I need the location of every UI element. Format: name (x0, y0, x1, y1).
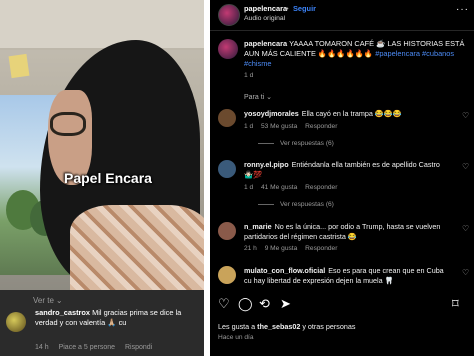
avatar[interactable] (218, 4, 240, 26)
comment-time: 1 d (244, 123, 254, 130)
avatar[interactable] (218, 39, 238, 59)
audio-link[interactable]: Audio original (244, 15, 285, 22)
comment-meta: 1 d 41 Me gusta Responder (244, 184, 343, 191)
avatar[interactable] (218, 160, 236, 178)
comment-likes[interactable]: Piace a 5 persone (59, 344, 115, 351)
comment-time: 21 h (244, 245, 257, 252)
avatar[interactable] (218, 222, 236, 240)
avatar[interactable] (218, 109, 236, 127)
avatar[interactable] (6, 312, 26, 332)
reel-video[interactable]: Papel Encara (0, 0, 204, 290)
view-replies-label: Ver respuestas (6) (280, 201, 334, 208)
heart-icon[interactable]: ♡ (462, 111, 469, 120)
heart-icon[interactable]: ♡ (218, 296, 230, 312)
comment-likes[interactable]: 9 Me gusta (265, 245, 298, 252)
likes-user[interactable]: the_sebas02 (257, 322, 300, 331)
comment-time: 14 h (35, 344, 49, 351)
replies-line (258, 203, 274, 205)
comment-time: 1 d (244, 184, 254, 191)
comment-icon[interactable]: ◯ (238, 296, 253, 312)
reply-link[interactable]: Responder (305, 184, 337, 191)
comment-text: n_marie No es la única... por odio a Trum… (244, 222, 452, 241)
see-translation-label: Ver te (33, 296, 54, 305)
caption-time: 1 d (244, 72, 254, 79)
avatar[interactable] (218, 266, 236, 284)
comment-text: mulato_con_flow.oficial Eso es para que c… (244, 266, 452, 285)
comment-username[interactable]: n_marie (244, 222, 272, 231)
comment-likes[interactable]: 53 Me gusta (261, 123, 297, 130)
video-panel[interactable]: Papel Encara Ver te ⌄ sandro_castrox Mil … (0, 0, 204, 356)
glasses (50, 112, 86, 136)
comment-username[interactable]: ronny.el.pipo (244, 160, 289, 169)
view-replies-link[interactable]: Ver respuestas (6) (258, 140, 334, 147)
header-dot: • (286, 4, 289, 13)
reply-link[interactable]: Rispondi (125, 344, 152, 351)
comments-panel: papelencara • Seguir Audio original ··· … (210, 0, 474, 356)
heart-icon[interactable]: ♡ (462, 162, 469, 171)
post-time: Hace un día (218, 334, 254, 341)
person-shirt (70, 205, 204, 290)
see-translation-link[interactable]: Ver te ⌄ (33, 296, 63, 305)
comment-likes[interactable]: 41 Me gusta (261, 184, 297, 191)
comment-username[interactable]: mulato_con_flow.oficial (244, 266, 325, 275)
header-divider (210, 30, 474, 31)
caption-username[interactable]: papelencara (244, 39, 287, 48)
comment-meta: 14 h Piace a 5 persone Rispondi (35, 344, 160, 351)
more-horizontal-icon[interactable]: ··· (456, 4, 469, 15)
likes-suffix: y otras personas (302, 322, 356, 331)
likes-summary[interactable]: Les gusta a the_sebas02 y otras personas (218, 322, 355, 331)
header-username[interactable]: papelencara (244, 4, 287, 13)
likes-prefix: Les gusta a (218, 322, 256, 331)
reply-link[interactable]: Responder (305, 123, 337, 130)
comment-username[interactable]: yosoydjmorales (244, 109, 299, 118)
comment-text: yosoydjmorales Ella cayó en la trampa 😂😂😂 (244, 109, 452, 119)
comment-text: ronny.el.pipo Entiéndanla ella también es… (244, 160, 452, 179)
send-icon[interactable]: ➤ (280, 296, 291, 312)
comment-meta: 21 h 9 Me gusta Responder (244, 245, 343, 252)
video-watermark: Papel Encara (64, 170, 152, 186)
chevron-down-icon: ⌄ (55, 296, 63, 305)
comment-username[interactable]: sandro_castrox (35, 308, 90, 317)
view-replies-label: Ver respuestas (6) (280, 140, 334, 147)
heart-icon[interactable]: ♡ (462, 224, 469, 233)
overlay-comment-text: sandro_castrox Mil gracias prima se dice… (35, 308, 204, 328)
comment-body: No es la única... por odio a Trump, hast… (244, 222, 441, 241)
heart-icon[interactable]: ♡ (462, 268, 469, 277)
follow-button[interactable]: Seguir (293, 4, 316, 13)
reply-link[interactable]: Responder (305, 245, 337, 252)
replies-line (258, 142, 274, 144)
comment-body: Ella cayó en la trampa 😂😂😂 (301, 109, 402, 118)
repost-icon[interactable]: ⟲ (259, 296, 270, 312)
caption: papelencara YAAAA TOMARON CAFÉ ☕ LAS HIS… (244, 39, 466, 69)
comment-meta: 1 d 53 Me gusta Responder (244, 123, 343, 130)
window-sticker (8, 53, 30, 79)
sort-selector[interactable]: Para ti ⌄ (244, 93, 272, 101)
action-bar: ♡ ◯ ⟲ ➤ ⌑ (210, 296, 474, 316)
view-replies-link[interactable]: Ver respuestas (6) (258, 201, 334, 208)
car-visor (0, 0, 204, 50)
bookmark-icon[interactable]: ⌑ (452, 296, 459, 312)
